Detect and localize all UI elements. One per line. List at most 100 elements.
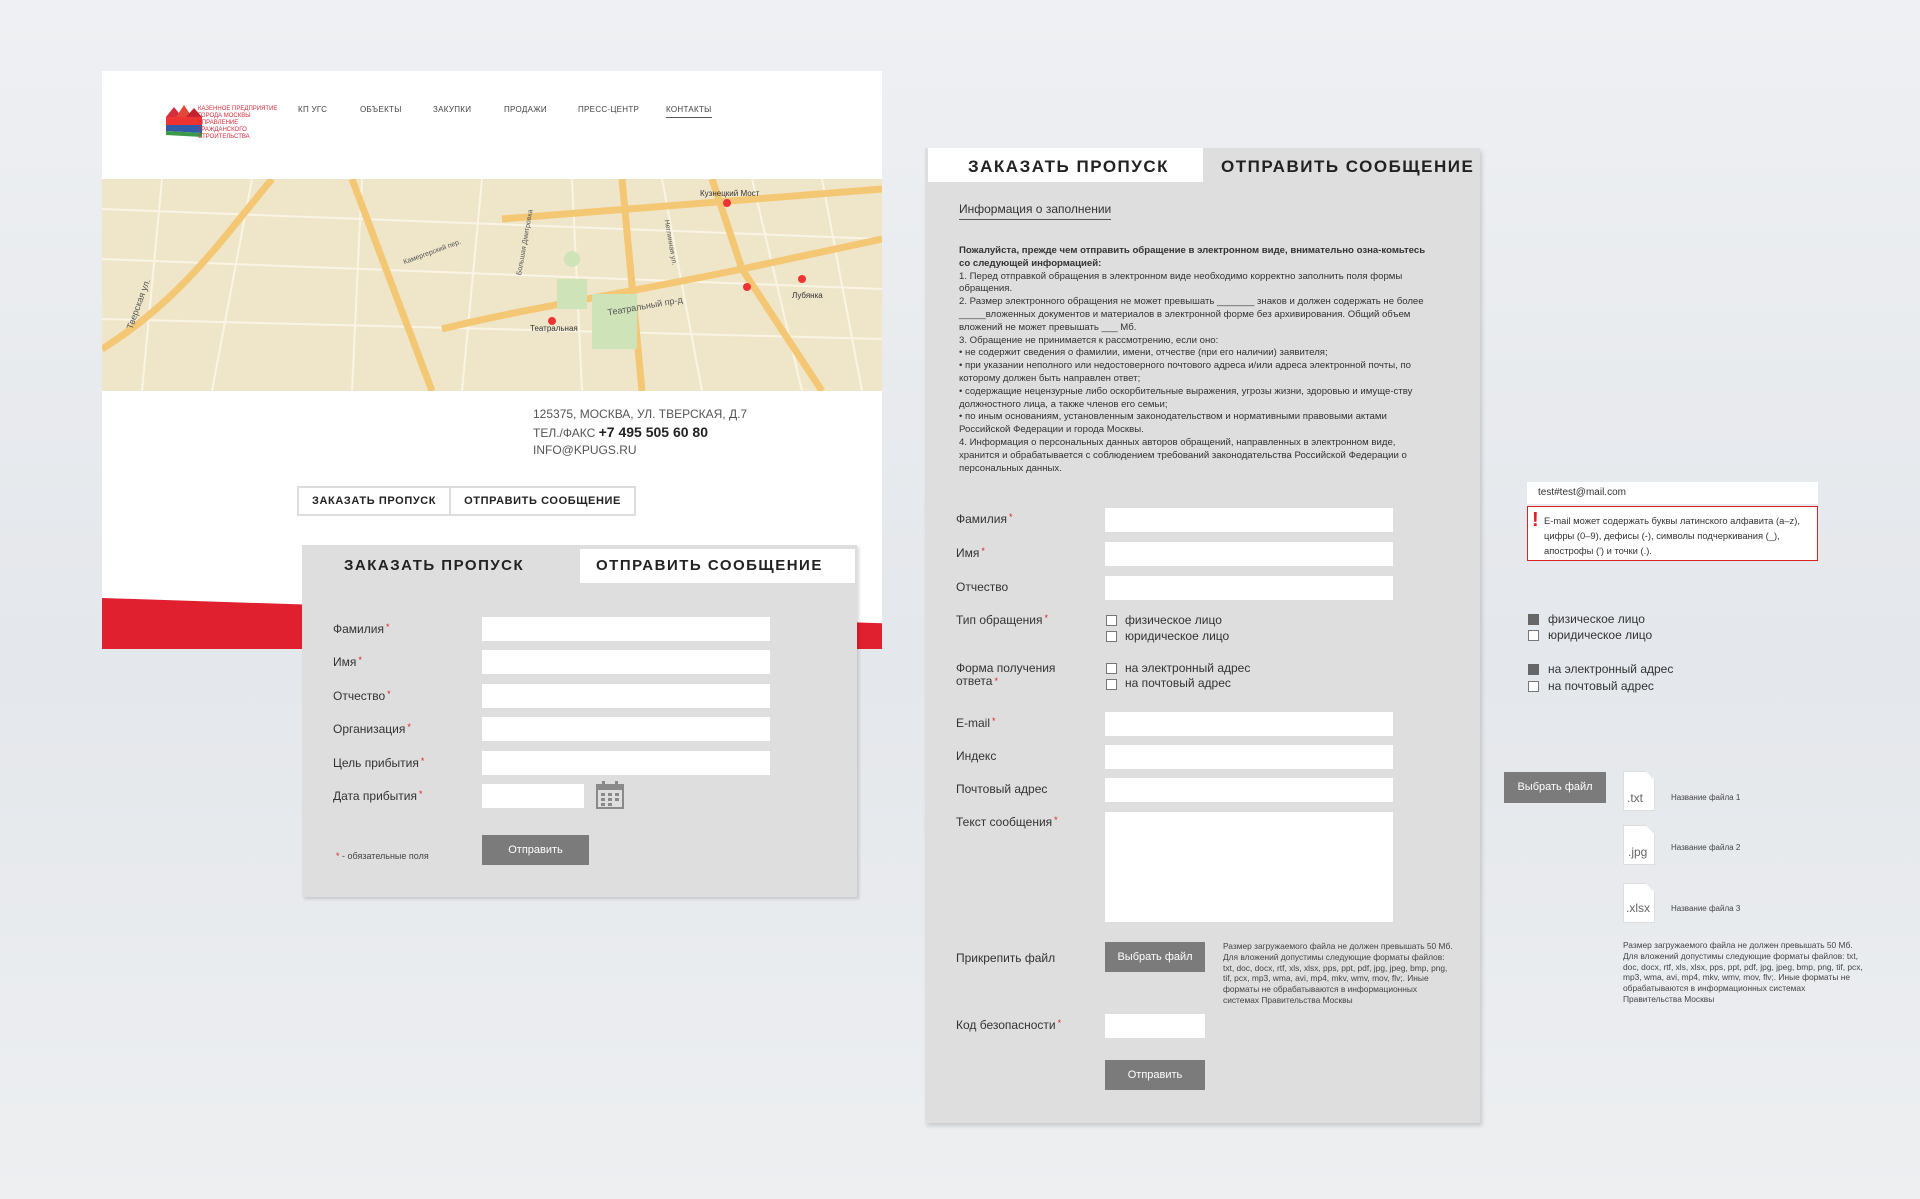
email-error-text: E-mail может содержать буквы латинского … [1544, 515, 1800, 556]
middlename-input[interactable] [482, 684, 770, 708]
option-reply-post: на почтовый адрес [1548, 679, 1654, 693]
label-request-type: Тип обращения * [956, 613, 1048, 627]
tab-order-pass[interactable]: ЗАКАЗАТЬ ПРОПУСК [968, 157, 1169, 177]
file-name[interactable]: Название файла 1 [1671, 793, 1740, 804]
label-lastname: Фамилия * [956, 512, 1013, 526]
label-middlename: Отчество [956, 580, 1009, 594]
info-line: • содержащие нецензурные либо оскорбител… [959, 385, 1413, 410]
nav-purchases[interactable]: ЗАКУПКИ [433, 105, 471, 114]
nav-sales[interactable]: ПРОДАЖИ [504, 105, 547, 114]
file-ext: .xlsx [1626, 901, 1650, 915]
option-legal-entity: юридическое лицо [1548, 628, 1653, 642]
choose-file-button[interactable]: Выбрать файл [1105, 942, 1205, 972]
firstname-input[interactable] [1105, 542, 1393, 566]
phone-number: +7 495 505 60 80 [598, 424, 708, 440]
info-block: Пожалуйста, прежде чем отправить обращен… [959, 245, 1429, 475]
label-security-code: Код безопасности * [956, 1018, 1062, 1032]
label-reply-form: Форма получения ответа * [956, 661, 1056, 688]
option-legal-entity: юридическое лицо [1125, 629, 1230, 643]
choose-file-button[interactable]: Выбрать файл [1504, 772, 1606, 803]
info-line: • при указании неполного или недостоверн… [959, 360, 1412, 384]
info-heading: Пожалуйста, прежде чем отправить обращен… [959, 245, 1426, 269]
pass-form: ЗАКАЗАТЬ ПРОПУСК ОТПРАВИТЬ СООБЩЕНИЕ Фам… [302, 545, 857, 897]
tab-order-pass[interactable]: ЗАКАЗАТЬ ПРОПУСК [344, 557, 524, 574]
tab-send-message-small[interactable]: ОТПРАВИТЬ СООБЩЕНИЕ [449, 488, 634, 514]
tab-send-message[interactable]: ОТПРАВИТЬ СООБЩЕНИЕ [596, 557, 823, 574]
label-organization: Организация * [333, 722, 411, 736]
map-label: Лубянка [792, 291, 823, 300]
label-email: E-mail * [956, 716, 996, 730]
tab-order-pass-small[interactable]: ЗАКАЗАТЬ ПРОПУСК [299, 488, 449, 514]
label-attach-file: Прикрепить файл [956, 951, 1056, 965]
tab-send-message[interactable]: ОТПРАВИТЬ СООБЩЕНИЕ [1221, 157, 1474, 177]
nav-press-center[interactable]: ПРЕСС-ЦЕНТР [578, 105, 639, 114]
email-error-tooltip: ! E-mail может содержать буквы латинског… [1527, 506, 1818, 561]
file-note: Размер загружаемого файла не должен прев… [1223, 941, 1453, 1005]
email-field-value: test#test@mail.com [1538, 487, 1626, 498]
logo-text: КАЗЕННОЕ ПРЕДПРИЯТИЕ ГОРОДА МОСКВЫ УПРАВ… [198, 106, 278, 140]
option-reply-email: на электронный адрес [1548, 662, 1674, 676]
checkbox-individual[interactable] [1106, 615, 1117, 626]
tabs-small: ЗАКАЗАТЬ ПРОПУСК ОТПРАВИТЬ СООБЩЕНИЕ [297, 486, 636, 516]
option-reply-post: на почтовый адрес [1125, 676, 1231, 690]
email-field-error[interactable]: test#test@mail.com [1527, 482, 1818, 504]
map-streets [102, 179, 882, 391]
nav-kp-ugs[interactable]: КП УГС [298, 105, 327, 114]
map[interactable]: Кузнецкий Мост Театральная Театральный п… [102, 179, 882, 391]
file-ext: .txt [1627, 791, 1644, 805]
firstname-input[interactable] [482, 650, 770, 674]
label-lastname: Фамилия * [333, 622, 390, 636]
arrival-date-input[interactable] [482, 784, 584, 808]
index-input[interactable] [1105, 745, 1393, 769]
label-purpose: Цель прибытия * [333, 756, 425, 770]
info-line: 2. Размер электронного обращения не може… [959, 296, 1424, 333]
label-firstname: Имя * [956, 546, 985, 560]
organization-input[interactable] [482, 717, 770, 741]
nav-objects[interactable]: ОБЪЕКТЫ [360, 105, 402, 114]
error-icon: ! [1532, 509, 1539, 531]
nav-contacts[interactable]: КОНТАКТЫ [666, 105, 712, 118]
info-line: • по иным основаниям, установленным зако… [959, 411, 1387, 436]
label-firstname: Имя * [333, 655, 362, 669]
calendar-icon[interactable] [596, 781, 624, 809]
checkbox-legal-entity[interactable] [1528, 630, 1539, 641]
lastname-input[interactable] [482, 617, 770, 641]
label-middlename: Отчество * [333, 689, 391, 703]
email-input[interactable] [1105, 712, 1393, 736]
file-note: Размер загружаемого файла не должен прев… [1623, 940, 1863, 1004]
checkbox-legal-entity[interactable] [1106, 631, 1117, 642]
purpose-input[interactable] [482, 751, 770, 775]
info-line: • не содержит сведения о фамилии, имени,… [959, 347, 1328, 359]
submit-pass-button[interactable]: Отправить [482, 835, 589, 865]
message-textarea[interactable] [1105, 812, 1393, 922]
security-code-input[interactable] [1105, 1014, 1205, 1038]
checkbox-reply-email-checked[interactable] [1528, 664, 1539, 675]
lastname-input[interactable] [1105, 508, 1393, 532]
info-link[interactable]: Информация о заполнении [959, 202, 1112, 220]
required-note: * - обязательные поля [336, 851, 429, 861]
info-line: 4. Информация о персональных данных авто… [959, 436, 1407, 474]
checkbox-individual-checked[interactable] [1528, 614, 1539, 625]
middlename-input[interactable] [1105, 576, 1393, 600]
label-index: Индекс [956, 749, 997, 763]
phone-line: ТЕЛ./ФАКС +7 495 505 60 80 [533, 424, 708, 440]
option-individual: физическое лицо [1548, 612, 1645, 626]
option-reply-email: на электронный адрес [1125, 661, 1251, 675]
label-arrival-date: Дата прибытия * [333, 789, 423, 803]
message-form: ЗАКАЗАТЬ ПРОПУСК ОТПРАВИТЬ СООБЩЕНИЕ Инф… [925, 148, 1480, 1123]
email-link[interactable]: INFO@KPUGS.RU [533, 443, 637, 457]
postal-address-input[interactable] [1105, 778, 1393, 802]
checkbox-reply-email[interactable] [1106, 663, 1117, 674]
phone-label: ТЕЛ./ФАКС [533, 426, 596, 440]
checkbox-reply-post[interactable] [1106, 679, 1117, 690]
checkbox-reply-post[interactable] [1528, 681, 1539, 692]
submit-message-button[interactable]: Отправить [1105, 1060, 1205, 1090]
file-name[interactable]: Название файла 3 [1671, 904, 1740, 915]
file-name[interactable]: Название файла 2 [1671, 843, 1740, 854]
label-message-text: Текст сообщения * [956, 815, 1058, 829]
map-label: Кузнецкий Мост [700, 189, 760, 198]
option-individual: физическое лицо [1125, 613, 1222, 627]
file-ext: .jpg [1628, 845, 1648, 859]
info-line: 1. Перед отправкой обращения в электронн… [959, 270, 1403, 295]
address: 125375, МОСКВА, УЛ. ТВЕРСКАЯ, Д.7 [533, 407, 748, 421]
